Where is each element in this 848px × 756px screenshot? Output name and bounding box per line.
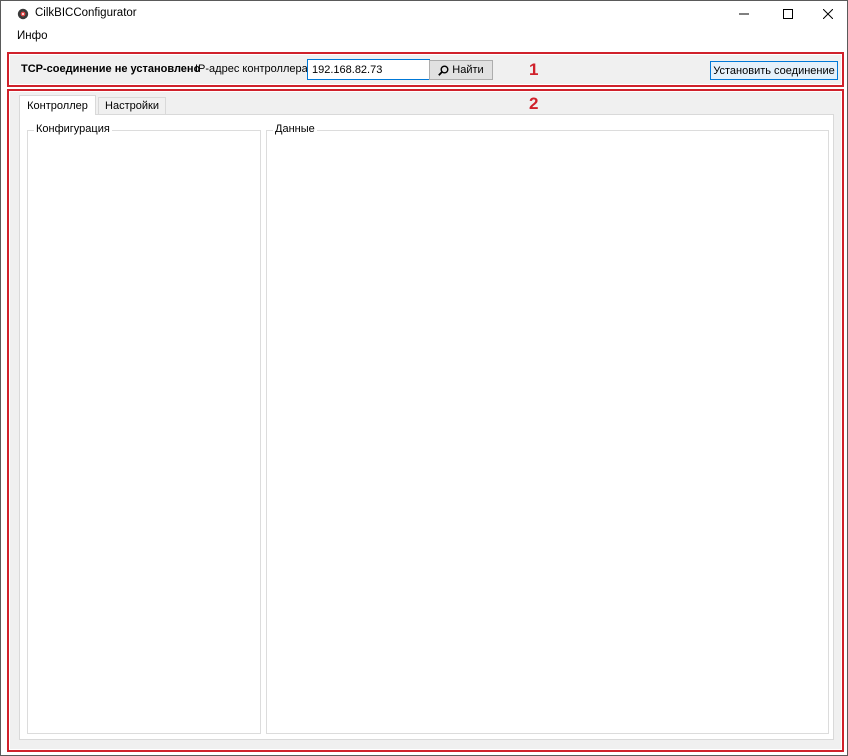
menu-bar: Инфо xyxy=(1,27,847,47)
app-icon xyxy=(17,8,29,20)
close-icon xyxy=(823,9,833,19)
annotation-box-2 xyxy=(7,89,844,752)
window-title: CilkBICConfigurator xyxy=(35,7,137,19)
maximize-button[interactable] xyxy=(766,1,810,27)
annotation-box-1 xyxy=(7,52,844,87)
minimize-icon xyxy=(739,13,749,15)
minimize-button[interactable] xyxy=(722,1,766,27)
menu-item-info[interactable]: Инфо xyxy=(15,30,49,42)
maximize-icon xyxy=(783,9,793,19)
tab-controller[interactable]: Контроллер xyxy=(19,95,96,115)
annotation-label-2: 2 xyxy=(529,94,539,113)
title-bar: CilkBICConfigurator xyxy=(1,1,847,27)
close-button[interactable] xyxy=(806,1,848,27)
annotation-label-1: 1 xyxy=(529,60,539,79)
